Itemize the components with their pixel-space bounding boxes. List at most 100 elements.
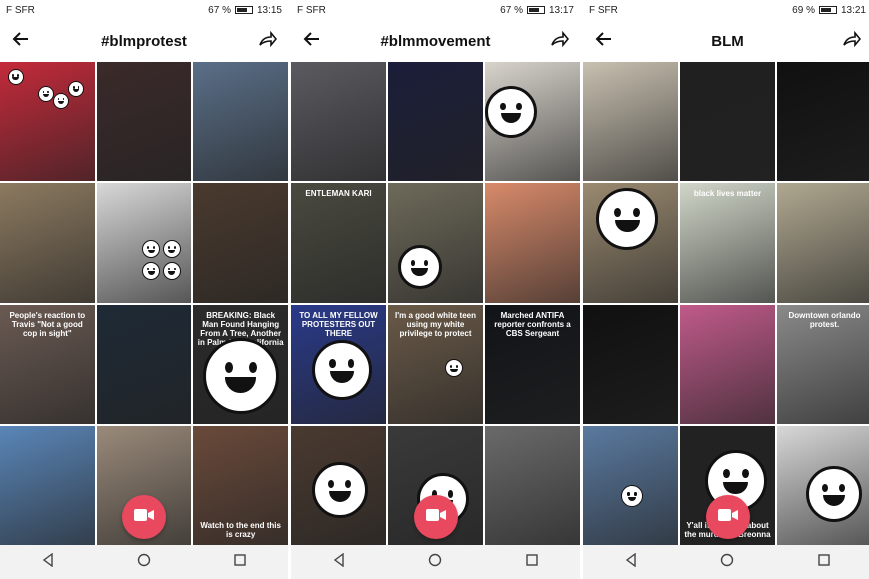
system-nav-bar [291, 545, 580, 579]
hashtag-title: BLM [711, 32, 744, 50]
video-thumbnail[interactable] [291, 425, 386, 545]
video-thumbnail[interactable]: TO ALL MY FELLOW PROTESTERS OUT THERE [291, 304, 386, 424]
video-thumbnail[interactable] [777, 62, 869, 182]
video-thumbnail[interactable]: BREAKING: Black Man Found Hanging From A… [193, 304, 288, 424]
video-thumbnail[interactable] [777, 425, 869, 545]
back-button[interactable] [299, 28, 325, 54]
battery-icon [234, 6, 253, 14]
smiley-face-sticker [37, 85, 54, 102]
video-thumbnail[interactable]: ENTLEMAN KARI [291, 183, 386, 303]
video-thumbnail[interactable] [96, 62, 192, 182]
clock: 13:17 [548, 4, 574, 16]
battery-percent: 67 % [500, 4, 523, 16]
video-thumbnail[interactable] [193, 62, 288, 182]
video-thumbnail[interactable]: Marched ANTIFA reporter confronts a CBS … [485, 304, 580, 424]
nav-home-button[interactable] [420, 550, 450, 574]
share-button[interactable] [546, 28, 572, 54]
arrow-left-icon [302, 29, 322, 54]
video-thumbnail[interactable] [388, 62, 483, 182]
clock: 13:21 [840, 4, 866, 16]
smiley-face-sticker [445, 359, 463, 378]
share-button[interactable] [838, 28, 864, 54]
video-grid: black lives matter Downtown orlando prote… [583, 62, 869, 545]
recents-square-icon [525, 553, 539, 572]
video-thumbnail[interactable] [388, 183, 483, 303]
video-thumbnail[interactable] [193, 183, 288, 303]
smiley-face-sticker [162, 240, 181, 259]
video-caption: Downtown orlando protest. [788, 310, 861, 329]
system-nav-bar [0, 545, 288, 579]
video-camera-icon [425, 507, 447, 528]
video-thumbnail[interactable] [777, 183, 869, 303]
nav-home-button[interactable] [129, 550, 159, 574]
video-thumbnail[interactable] [680, 62, 775, 182]
video-grid: ENTLEMAN KARI TO ALL MY FELLOW PROTESTERS… [291, 62, 580, 545]
record-button[interactable] [122, 495, 166, 539]
back-button[interactable] [591, 28, 617, 54]
record-button[interactable] [705, 495, 750, 539]
smiley-face-sticker [162, 261, 181, 280]
video-thumbnail[interactable] [96, 183, 192, 303]
page-header: #blmprotest [0, 22, 288, 60]
video-thumbnail[interactable]: I'm a good white teen using my white pri… [388, 304, 483, 424]
share-button[interactable] [254, 28, 280, 54]
video-thumbnail[interactable]: Downtown orlando protest. [777, 304, 869, 424]
nav-home-button[interactable] [712, 550, 742, 574]
back-triangle-icon [41, 552, 55, 572]
nav-recents-button[interactable] [225, 550, 255, 574]
nav-back-button[interactable] [33, 550, 63, 574]
page-header: #blmmovement [291, 22, 580, 60]
phone-screen: F SFR 67 % 13:17 #blmmovement ENTLEMAN K… [291, 0, 580, 579]
status-bar: F SFR 67 % 13:17 [291, 0, 580, 20]
video-thumbnail[interactable]: People's reaction to Travis "Not a good … [0, 304, 95, 424]
smiley-face-sticker [68, 81, 85, 98]
record-button[interactable] [413, 495, 458, 539]
video-thumbnail[interactable]: black lives matter [680, 183, 775, 303]
phone-screen: F SFR 69 % 13:21 BLM black lives matter D… [583, 0, 869, 579]
video-caption: black lives matter [693, 189, 762, 199]
arrow-left-icon [11, 29, 31, 54]
video-thumbnail[interactable] [0, 62, 95, 182]
video-thumbnail[interactable] [485, 183, 580, 303]
smiley-face-sticker [53, 93, 69, 109]
recents-square-icon [233, 553, 247, 572]
video-thumbnail[interactable] [0, 183, 95, 303]
hashtag-title: #blmmovement [380, 32, 491, 50]
battery-percent: 67 % [208, 4, 231, 16]
video-thumbnail[interactable] [485, 62, 580, 182]
video-thumbnail[interactable] [96, 304, 192, 424]
video-thumbnail[interactable] [291, 62, 386, 182]
nav-recents-button[interactable] [809, 550, 839, 574]
phone-screen: F SFR 67 % 13:15 #blmprotest People's re… [0, 0, 288, 579]
system-nav-bar [583, 545, 869, 579]
video-thumbnail[interactable] [680, 304, 775, 424]
smiley-face-sticker [485, 85, 537, 138]
video-thumbnail[interactable] [583, 62, 678, 182]
home-circle-icon [428, 553, 442, 572]
video-caption: ENTLEMAN KARI [305, 189, 372, 199]
video-thumbnail[interactable] [583, 425, 678, 545]
smiley-face-sticker [596, 188, 659, 251]
share-arrow-icon [841, 29, 862, 54]
smiley-face-sticker [311, 340, 372, 401]
back-button[interactable] [8, 28, 34, 54]
home-circle-icon [720, 553, 734, 572]
video-thumbnail[interactable]: Watch to the end this is crazy [193, 425, 288, 545]
battery-icon [526, 6, 545, 14]
video-thumbnail[interactable] [583, 183, 678, 303]
clock: 13:15 [256, 4, 282, 16]
nav-back-button[interactable] [324, 550, 354, 574]
video-caption: People's reaction to Travis "Not a good … [9, 310, 86, 338]
smiley-face-sticker [311, 461, 368, 518]
video-thumbnail[interactable] [0, 425, 95, 545]
video-thumbnail[interactable] [583, 304, 678, 424]
video-camera-icon [717, 507, 739, 528]
video-thumbnail[interactable] [485, 425, 580, 545]
recents-square-icon [817, 553, 831, 572]
smiley-face-sticker [7, 69, 24, 86]
nav-back-button[interactable] [616, 550, 646, 574]
video-grid: People's reaction to Travis "Not a good … [0, 62, 288, 545]
page-header: BLM [583, 22, 869, 60]
smiley-face-sticker [202, 337, 279, 414]
nav-recents-button[interactable] [517, 550, 547, 574]
